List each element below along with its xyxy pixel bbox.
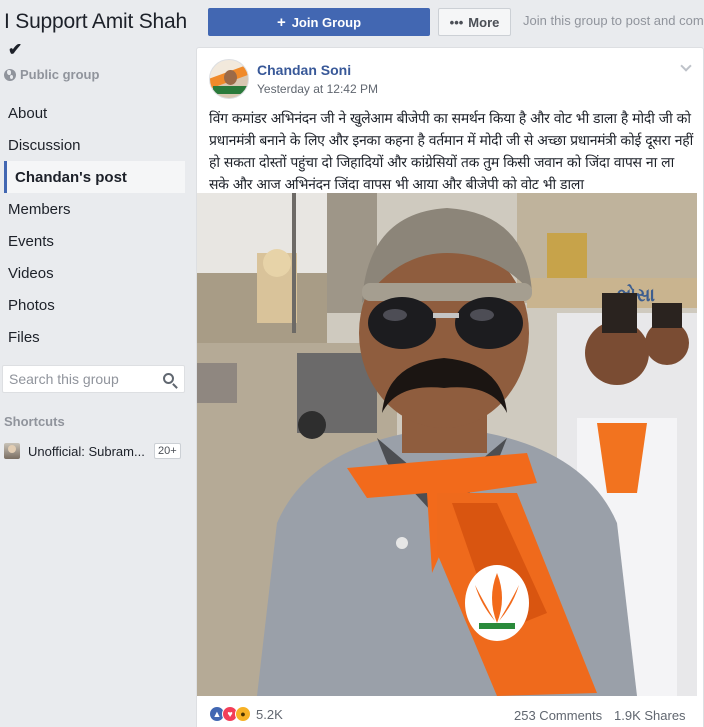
post-text: विंग कमांडर अभिनंदन जी ने खुलेआम बीजेपी … xyxy=(209,111,693,193)
reaction-count: 5.2K xyxy=(256,706,283,722)
nav-item-about[interactable]: About xyxy=(0,97,186,129)
join-hint-text: Join this group to post and comment xyxy=(523,13,704,28)
group-search xyxy=(2,365,185,393)
nav-item-videos[interactable]: Videos xyxy=(0,257,186,289)
post-timestamp[interactable]: Yesterday at 12:42 PM xyxy=(257,82,378,96)
check-icon: ✔ xyxy=(8,40,23,59)
share-count-link[interactable]: 1.9K Shares xyxy=(614,708,686,723)
search-input[interactable] xyxy=(3,371,153,387)
group-privacy-label: Public group xyxy=(20,67,100,82)
wow-icon: ● xyxy=(235,706,251,722)
more-dots-icon: ••• xyxy=(449,14,464,30)
nav-item-files[interactable]: Files xyxy=(0,321,186,353)
reactions-summary[interactable]: ▲ ♥ ● 5.2K xyxy=(209,706,283,722)
nav-item-current-post[interactable]: Chandan's post xyxy=(4,161,185,193)
group-nav: About Discussion Chandan's post Members … xyxy=(0,97,186,353)
more-button[interactable]: ••• More xyxy=(438,8,511,36)
author-avatar[interactable] xyxy=(209,59,249,99)
nav-item-photos[interactable]: Photos xyxy=(0,289,186,321)
shortcuts-heading: Shortcuts xyxy=(4,414,65,429)
shortcut-count-badge: 20+ xyxy=(154,443,181,459)
group-privacy: Public group xyxy=(4,67,99,82)
author-name[interactable]: Chandan Soni xyxy=(257,62,351,78)
shortcut-label: Unofficial: Subram... xyxy=(28,443,145,459)
nav-item-discussion[interactable]: Discussion xyxy=(0,129,186,161)
plus-icon: + xyxy=(276,13,286,31)
post-card: Chandan Soni Yesterday at 12:42 PM विंग … xyxy=(196,47,704,727)
nav-item-events[interactable]: Events xyxy=(0,225,186,257)
post-photo[interactable]: ભોસા xyxy=(197,193,697,696)
chevron-down-icon[interactable] xyxy=(681,62,691,72)
join-group-button[interactable]: + Join Group xyxy=(208,8,430,36)
shortcut-item[interactable]: Unofficial: Subram... 20+ xyxy=(4,440,184,462)
group-title[interactable]: I Support Amit Shah xyxy=(4,10,187,34)
left-sidebar: I Support Amit Shah ✔ Public group About… xyxy=(0,0,196,727)
nav-item-members[interactable]: Members xyxy=(0,193,186,225)
more-label: More xyxy=(468,14,500,30)
comment-count-link[interactable]: 253 Comments xyxy=(514,708,602,723)
search-icon[interactable] xyxy=(163,373,174,384)
globe-icon xyxy=(4,68,16,81)
join-group-label: Join Group xyxy=(291,14,362,30)
shortcut-avatar xyxy=(4,443,20,459)
